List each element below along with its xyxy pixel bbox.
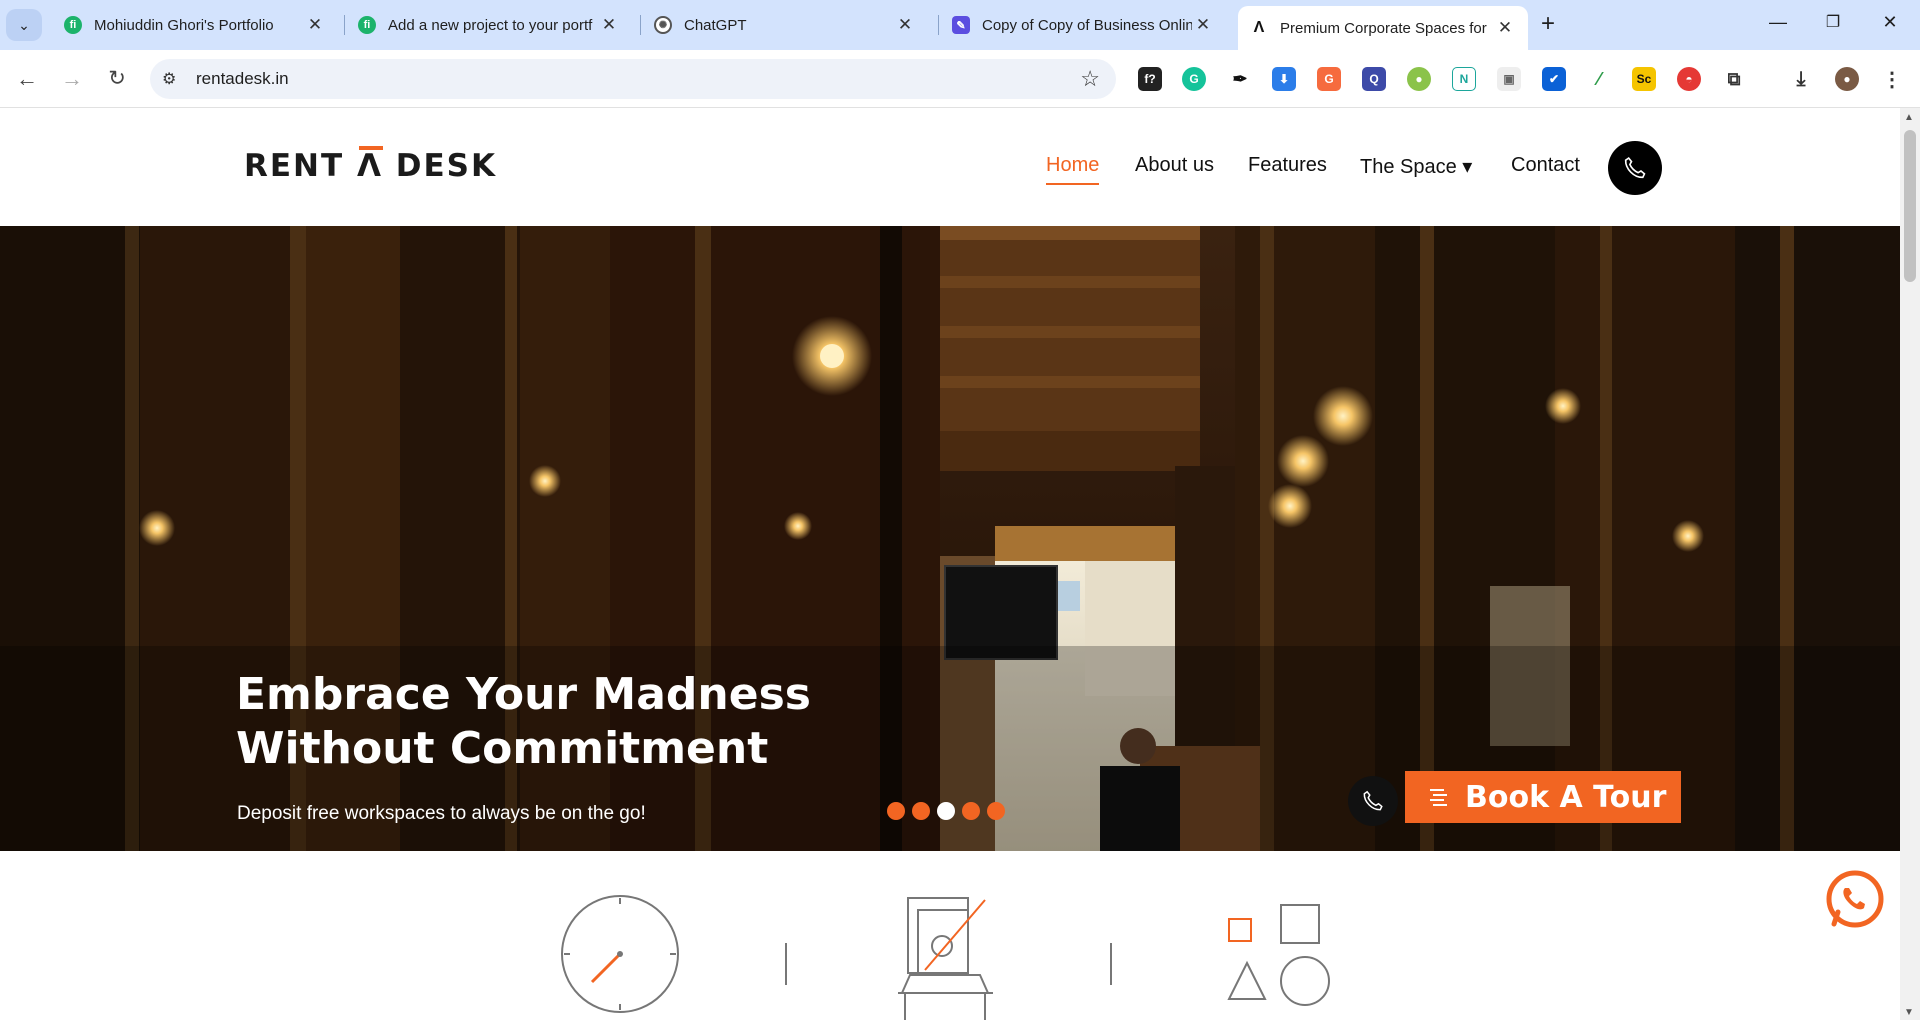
tab-add-project[interactable]: fi Add a new project to your portf ✕ <box>346 6 632 44</box>
new-tab-button[interactable]: + <box>1541 10 1555 38</box>
slider-dot[interactable] <box>912 802 930 820</box>
close-icon[interactable]: ✕ <box>894 15 916 35</box>
nav-the-space[interactable]: The Space ▾ <box>1360 154 1472 179</box>
site-header: RENT Λ DESK Home About us Features The S… <box>0 108 1900 226</box>
portfolio-icon: fi <box>358 16 376 34</box>
browser-tabstrip: ⌄ fi Mohiuddin Ghori's Portfolio ✕ fi Ad… <box>0 0 1920 50</box>
profile-avatar[interactable]: ● <box>1835 67 1859 91</box>
tab-separator <box>344 15 345 35</box>
clock-icon <box>561 895 679 1013</box>
ext-pen-icon[interactable]: ⁄ <box>1587 67 1611 91</box>
reload-icon[interactable]: ↻ <box>102 64 132 94</box>
hero-banner: Embrace Your Madness Without Commitment … <box>0 226 1900 851</box>
features-strip <box>0 851 1900 1020</box>
tab-canva[interactable]: ✎ Copy of Copy of Business Onlin ✕ <box>940 6 1226 44</box>
menu-kebab-icon[interactable]: ⋮ <box>1880 67 1904 91</box>
web-page: RENT Λ DESK Home About us Features The S… <box>0 108 1900 1020</box>
back-icon[interactable]: ← <box>12 64 42 94</box>
bookmark-star-icon[interactable]: ☆ <box>1080 66 1100 92</box>
tab-separator <box>640 15 641 35</box>
scrollbar-thumb[interactable] <box>1904 130 1916 282</box>
downloads-icon[interactable]: ⤓ <box>1789 67 1813 91</box>
tab-chatgpt[interactable]: ✺ ChatGPT ✕ <box>642 6 928 44</box>
close-icon[interactable]: ✕ <box>598 15 620 35</box>
chevron-down-icon: ⌄ <box>18 16 30 33</box>
tab-rentadesk[interactable]: Λ Premium Corporate Spaces for ✕ <box>1238 6 1528 50</box>
slider-dot[interactable] <box>987 802 1005 820</box>
scroll-up-icon[interactable]: ▲ <box>1904 112 1914 123</box>
ext-download-icon[interactable]: ⬇ <box>1272 67 1296 91</box>
close-icon[interactable]: ✕ <box>1494 18 1516 38</box>
nav-features[interactable]: Features <box>1248 154 1327 177</box>
ext-fontface-icon[interactable]: f? <box>1138 67 1162 91</box>
ext-n-icon[interactable]: N <box>1452 67 1476 91</box>
hero-subtitle: Deposit free workspaces to always be on … <box>237 803 646 824</box>
phone-icon <box>1624 156 1646 179</box>
feature-divider <box>1110 943 1112 985</box>
rentadesk-logo[interactable]: RENT Λ DESK <box>244 148 497 184</box>
chatgpt-icon: ✺ <box>654 16 672 34</box>
scroll-down-icon[interactable]: ▼ <box>1904 1007 1914 1018</box>
ext-sc-icon[interactable]: Sc <box>1632 67 1656 91</box>
shapes-icon <box>1227 904 1330 1006</box>
portfolio-icon: fi <box>64 16 82 34</box>
tab-separator <box>938 15 939 35</box>
ext-colorpicker-icon[interactable]: ✒ <box>1228 67 1252 91</box>
ext-g-icon[interactable]: G <box>1317 67 1341 91</box>
browser-toolbar: ← → ↻ ⚙ rentadesk.in ☆ f? G ✒ ⬇ G Q ● N … <box>0 50 1920 108</box>
tab-search-button[interactable]: ⌄ <box>6 9 42 41</box>
nav-about[interactable]: About us <box>1135 154 1214 177</box>
ext-grammarly-icon[interactable]: G <box>1182 67 1206 91</box>
minimize-icon[interactable]: — <box>1758 12 1798 33</box>
address-bar[interactable]: ⚙ rentadesk.in ☆ <box>150 59 1116 99</box>
nav-home[interactable]: Home <box>1046 154 1100 185</box>
ext-image-icon[interactable]: ▣ <box>1497 67 1521 91</box>
url-text[interactable]: rentadesk.in <box>196 69 289 89</box>
canva-icon: ✎ <box>952 16 970 34</box>
rentadesk-icon: Λ <box>1250 19 1268 37</box>
feature-divider <box>785 943 787 985</box>
phone-icon <box>1363 790 1383 811</box>
hero-call-button[interactable] <box>1348 776 1398 826</box>
call-button[interactable] <box>1608 141 1662 195</box>
page-scrollbar[interactable]: ▲ ▼ <box>1900 108 1920 1020</box>
nav-contact[interactable]: Contact <box>1511 154 1580 177</box>
window-close-icon[interactable]: ✕ <box>1870 12 1910 33</box>
slider-dots <box>887 802 1012 820</box>
extensions-puzzle-icon[interactable]: ⧉ <box>1722 67 1746 91</box>
restore-icon[interactable]: ❐ <box>1813 12 1853 32</box>
book-a-tour-button[interactable]: Book A Tour <box>1405 771 1681 823</box>
tab-portfolio[interactable]: fi Mohiuddin Ghori's Portfolio ✕ <box>52 6 338 44</box>
ext-q-icon[interactable]: Q <box>1362 67 1386 91</box>
forward-icon[interactable]: → <box>57 64 87 94</box>
ext-circle-icon[interactable]: ● <box>1407 67 1431 91</box>
hero-title: Embrace Your Madness Without Commitment <box>236 669 811 774</box>
menu-lines-icon <box>1430 789 1447 806</box>
close-icon[interactable]: ✕ <box>304 15 326 35</box>
slider-dot-active[interactable] <box>937 802 955 820</box>
site-info-icon[interactable]: ⚙ <box>162 69 176 89</box>
ext-pokeball-icon[interactable]: ◓ <box>1677 67 1701 91</box>
slider-dot[interactable] <box>962 802 980 820</box>
ext-check-icon[interactable]: ✔ <box>1542 67 1566 91</box>
close-icon[interactable]: ✕ <box>1192 15 1214 35</box>
slider-dot[interactable] <box>887 802 905 820</box>
no-deposit-icon <box>898 897 993 1020</box>
